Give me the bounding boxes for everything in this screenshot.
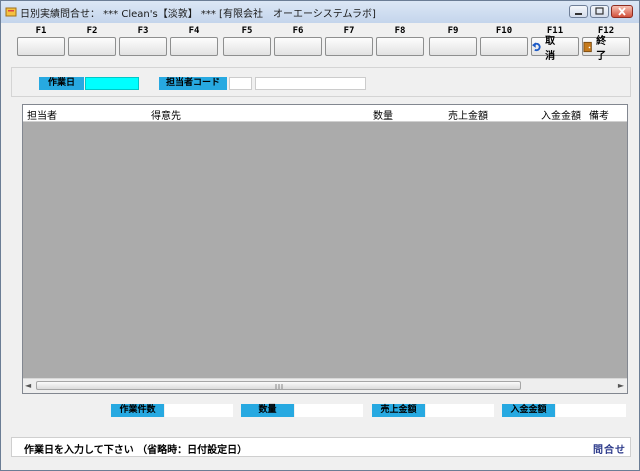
sales-field [426,404,494,417]
exit-door-icon [583,41,592,52]
fkey-label: F10 [495,26,513,36]
scrollbar-thumb[interactable] [36,381,521,390]
maximize-icon [595,7,604,15]
quantity-caption: 数量 [241,404,294,417]
horizontal-scrollbar[interactable]: ◄ ► [23,378,627,393]
app-icon [5,7,17,17]
count-caption: 作業件数 [111,404,164,417]
mode-indicator: 問合せ [593,445,626,456]
scroll-right-icon[interactable]: ► [618,381,624,390]
app-window: 日別実績問合せ： *** Clean's【淡敦】 *** [有限会社 オーエーシ… [0,0,640,471]
title-bar[interactable]: 日別実績問合せ： *** Clean's【淡敦】 *** [有限会社 オーエーシ… [1,1,639,23]
f9-button[interactable] [429,37,477,56]
f12-exit-button[interactable]: 終 了 [582,36,630,62]
f6-button[interactable] [274,37,322,56]
staff-name-field [255,77,366,90]
f5-button[interactable] [223,37,271,56]
f2-button[interactable] [68,37,116,56]
work-date-input[interactable] [85,77,139,90]
sales-caption: 売上金額 [372,404,425,417]
scroll-left-icon[interactable]: ◄ [25,381,31,390]
close-button[interactable] [611,5,633,18]
fkey-label: F6 [292,26,304,36]
f1-button[interactable] [17,37,65,56]
fkey-label: F2 [86,26,98,36]
results-grid[interactable]: 担当者 得意先 数量 売上金額 入金金額 備考 ◄ ► [22,104,628,394]
f10-button[interactable] [480,37,528,56]
payment-caption: 入金金額 [502,404,555,417]
function-key-bar: F1 F2 F3 F4 F5 F6 F7 F8 F9 F10 F11 取 消 F… [17,25,631,62]
f4-button[interactable] [170,37,218,56]
minimize-icon [575,13,582,15]
window-title: 日別実績問合せ： *** Clean's【淡敦】 *** [有限会社 オーエーシ… [20,9,376,20]
column-header-quantity[interactable]: 数量 [373,107,393,122]
quantity-field [295,404,363,417]
search-panel: 作業日 担当者コード [11,67,631,97]
column-header-staff[interactable]: 担当者 [27,107,57,122]
fkey-label: F7 [343,26,355,36]
status-message: 作業日を入力して下さい （省略時：日付設定日） [24,445,248,456]
f8-button[interactable] [376,37,424,56]
undo-icon [532,42,541,52]
fkey-label: F8 [394,26,406,36]
fkey-label: F4 [188,26,200,36]
payment-field [556,404,626,417]
column-header-payment[interactable]: 入金金額 [541,107,581,122]
column-header-sales[interactable]: 売上金額 [448,107,488,122]
fkey-label: F3 [137,26,149,36]
column-header-remarks[interactable]: 備考 [589,107,609,122]
f3-button[interactable] [119,37,167,56]
status-bar: 作業日を入力して下さい （省略時：日付設定日） 問合せ [11,437,631,457]
fkey-label: F9 [447,26,459,36]
staff-code-input[interactable] [229,77,252,90]
close-icon [618,7,626,16]
fkey-label: F5 [241,26,253,36]
f7-button[interactable] [325,37,373,56]
minimize-button[interactable] [569,5,588,18]
staff-code-caption: 担当者コード [159,77,227,90]
grip-icon [275,384,283,389]
work-date-caption: 作業日 [39,77,84,90]
count-field [165,404,233,417]
grid-header: 担当者 得意先 数量 売上金額 入金金額 備考 [23,105,627,122]
column-header-customer[interactable]: 得意先 [151,107,181,122]
fkey-label: F1 [35,26,47,36]
f11-cancel-button[interactable]: 取 消 [531,36,579,62]
maximize-button[interactable] [590,5,609,18]
